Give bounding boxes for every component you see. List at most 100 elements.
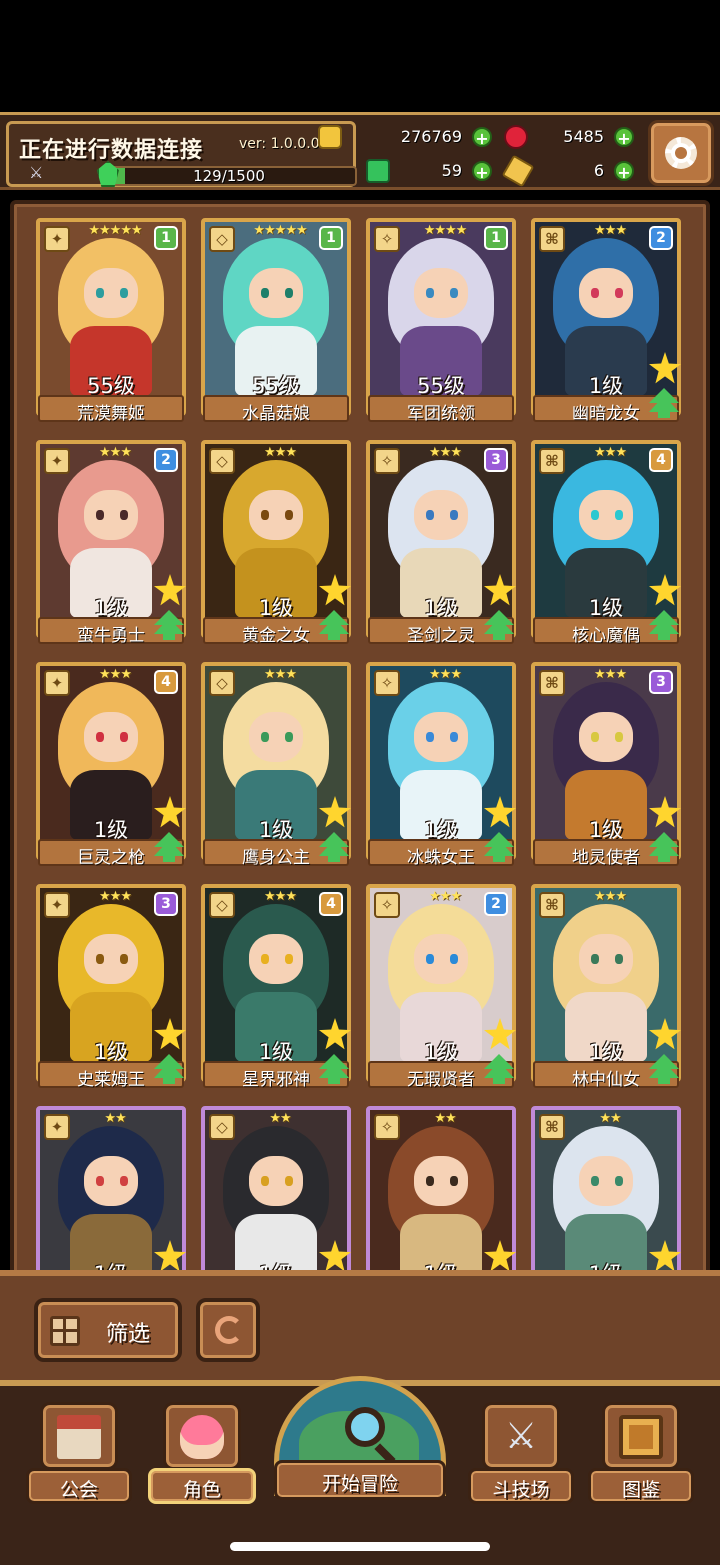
guild-hall-icon [57, 1415, 101, 1459]
hero-stars: ★★ [599, 1111, 621, 1126]
hero-eye [285, 732, 293, 742]
hero-rank-badge: 4 [154, 670, 178, 694]
nav-heroes[interactable]: 角色 [148, 1402, 256, 1512]
add-clovers-button[interactable]: + [472, 161, 492, 182]
hero-card[interactable]: ✦ ★★★★★ 1 55级 荒漠舞姬 [36, 218, 186, 428]
weapon-type-icon: ✧ [374, 670, 400, 696]
clovers-value: 59 [441, 161, 462, 180]
hero-card-frame: ✧ ★★★ 2 1级 [366, 884, 516, 1082]
weapon-type-icon: ⌘ [539, 1114, 565, 1140]
refresh-button[interactable] [196, 1298, 260, 1362]
settings-button[interactable] [648, 120, 714, 186]
coins-value: 276769 [400, 127, 462, 146]
adventure-label-box: 开始冒险 [274, 1460, 446, 1500]
hero-card[interactable]: ✧ ★★★★ 1 55级 军团统领 [366, 218, 516, 428]
hero-card-frame: ⌘ ★★★ 2 1级 [531, 218, 681, 416]
nav-guild-label: 公会 [59, 1479, 98, 1501]
hero-name: 水晶菇娘 [242, 404, 310, 424]
codex-label-box: 图鉴 [588, 1468, 694, 1504]
hero-card[interactable]: ✧ ★★★ 2 1级 无瑕贤者 [366, 884, 516, 1094]
hero-stars: ★★★ [429, 667, 462, 682]
hero-eye [426, 954, 434, 964]
hero-rank-badge: 3 [649, 670, 673, 694]
hero-card[interactable]: ⌘ ★★★ 3 1级 地灵使者 [531, 662, 681, 872]
version-label: ver: 1.0.0.0 [239, 136, 320, 152]
weapon-type-icon: ✦ [44, 1114, 70, 1140]
hero-card[interactable]: ✦ ★★★ 4 1级 巨灵之枪 [36, 662, 186, 872]
clovers-resource: 59 + [366, 159, 492, 187]
weapon-type-icon: ◇ [209, 1114, 235, 1140]
weapon-type-icon: ⌘ [539, 670, 565, 696]
hero-card[interactable]: ◇★★1级 [201, 1106, 351, 1276]
codex-icon-box [602, 1402, 680, 1470]
hero-eye [96, 1176, 104, 1186]
hero-eye [591, 288, 599, 298]
hero-card-frame: ⌘ ★★★ 3 1级 [531, 662, 681, 860]
nav-codex-label: 图鉴 [621, 1479, 660, 1501]
hero-eye [261, 510, 269, 520]
hero-rank-badge: 2 [649, 226, 673, 250]
weapon-type-icon: ✦ [44, 448, 70, 474]
hero-card[interactable]: ✦★★1级 [36, 1106, 186, 1276]
hero-card[interactable]: ⌘ ★★★ 1级 林中仙女 [531, 884, 681, 1094]
hero-card[interactable]: ◇ ★★★ 1级 鹰身公主 [201, 662, 351, 872]
hero-eye [261, 732, 269, 742]
hero-card[interactable]: ✦ ★★★ 2 1级 蛮牛勇士 [36, 440, 186, 650]
rubies-value: 5485 [563, 127, 604, 146]
start-adventure-button[interactable]: 开始冒险 [274, 1376, 446, 1506]
hero-eye [615, 288, 623, 298]
weapon-type-icon: ◇ [209, 226, 235, 252]
hero-card-frame: ✧ ★★★ 3 1级 [366, 440, 516, 638]
hero-eye [285, 288, 293, 298]
nav-arena[interactable]: ⚔ 斗技场 [468, 1402, 574, 1512]
game-screen: 正在进行数据连接 ver: 1.0.0.0 ⚔ 129/1500 276769 … [0, 0, 720, 1565]
nav-adventure-label: 开始冒险 [321, 1473, 398, 1495]
hero-card-frame: ✧ ★★★ 1级 [366, 662, 516, 860]
hero-eye [120, 1176, 128, 1186]
hero-eye [96, 510, 104, 520]
add-rubies-button[interactable]: + [614, 127, 634, 148]
hero-card[interactable]: ⌘ ★★★ 4 1级 核心魔偶 [531, 440, 681, 650]
hero-rank-badge: 4 [649, 448, 673, 472]
add-keys-button[interactable]: + [614, 161, 634, 182]
filter-button[interactable]: 筛选 [34, 1298, 182, 1362]
hero-name: 荒漠舞姬 [77, 404, 145, 424]
hero-stars: ★★★ [264, 889, 297, 904]
hero-card[interactable]: ⌘★★1级 [531, 1106, 681, 1276]
hero-face [249, 934, 303, 984]
hero-eye [450, 288, 458, 298]
hero-card[interactable]: ✦ ★★★ 3 1级 史莱姆王 [36, 884, 186, 1094]
hero-card[interactable]: ✧ ★★★ 3 1级 圣剑之灵 [366, 440, 516, 650]
hero-rank-badge: 1 [319, 226, 343, 250]
nav-guild[interactable]: 公会 [26, 1402, 132, 1512]
hero-card[interactable]: ✧ ★★★ 1级 冰蛛女王 [366, 662, 516, 872]
hero-face [249, 268, 303, 318]
hero-eye [615, 510, 623, 520]
weapon-type-icon: ✧ [374, 1114, 400, 1140]
hero-face [84, 490, 138, 540]
home-indicator [230, 1542, 490, 1551]
hero-card-frame: ✧ ★★★★ 1 55级 [366, 218, 516, 416]
hero-eye [120, 288, 128, 298]
hero-eye [450, 1176, 458, 1186]
hero-card[interactable]: ⌘ ★★★ 2 1级 幽暗龙女 [531, 218, 681, 428]
hero-card[interactable]: ◇ ★★★ 4 1级 星界邪神 [201, 884, 351, 1094]
weapon-type-icon: ✦ [44, 226, 70, 252]
hero-card[interactable]: ◇ ★★★★★ 1 55级 水晶菇娘 [201, 218, 351, 428]
hero-eye [426, 288, 434, 298]
hero-eye [96, 732, 104, 742]
weapon-type-icon: ✧ [374, 226, 400, 252]
filter-bar: 筛选 [0, 1270, 720, 1390]
hero-card[interactable]: ✧★★1级 [366, 1106, 516, 1276]
hero-face [579, 712, 633, 762]
hero-face [579, 490, 633, 540]
add-coins-button[interactable]: + [472, 127, 492, 148]
hero-face [414, 1156, 468, 1206]
hero-roster-panel: ✦ ★★★★★ 1 55级 荒漠舞姬 ◇ ★★★★★ 1 55级 水晶菇娘 ✧ ★★★★ 1 55级 军团统… [10, 200, 710, 1280]
hero-stars: ★★ [269, 1111, 291, 1126]
hero-rank-badge: 2 [484, 892, 508, 916]
nav-codex[interactable]: 图鉴 [588, 1402, 694, 1512]
hero-card[interactable]: ◇ ★★★ 1级 黄金之女 [201, 440, 351, 650]
hero-face [84, 712, 138, 762]
bottom-nav: 公会 角色 开始冒险 ⚔ 斗技场 图鉴 [0, 1376, 720, 1565]
